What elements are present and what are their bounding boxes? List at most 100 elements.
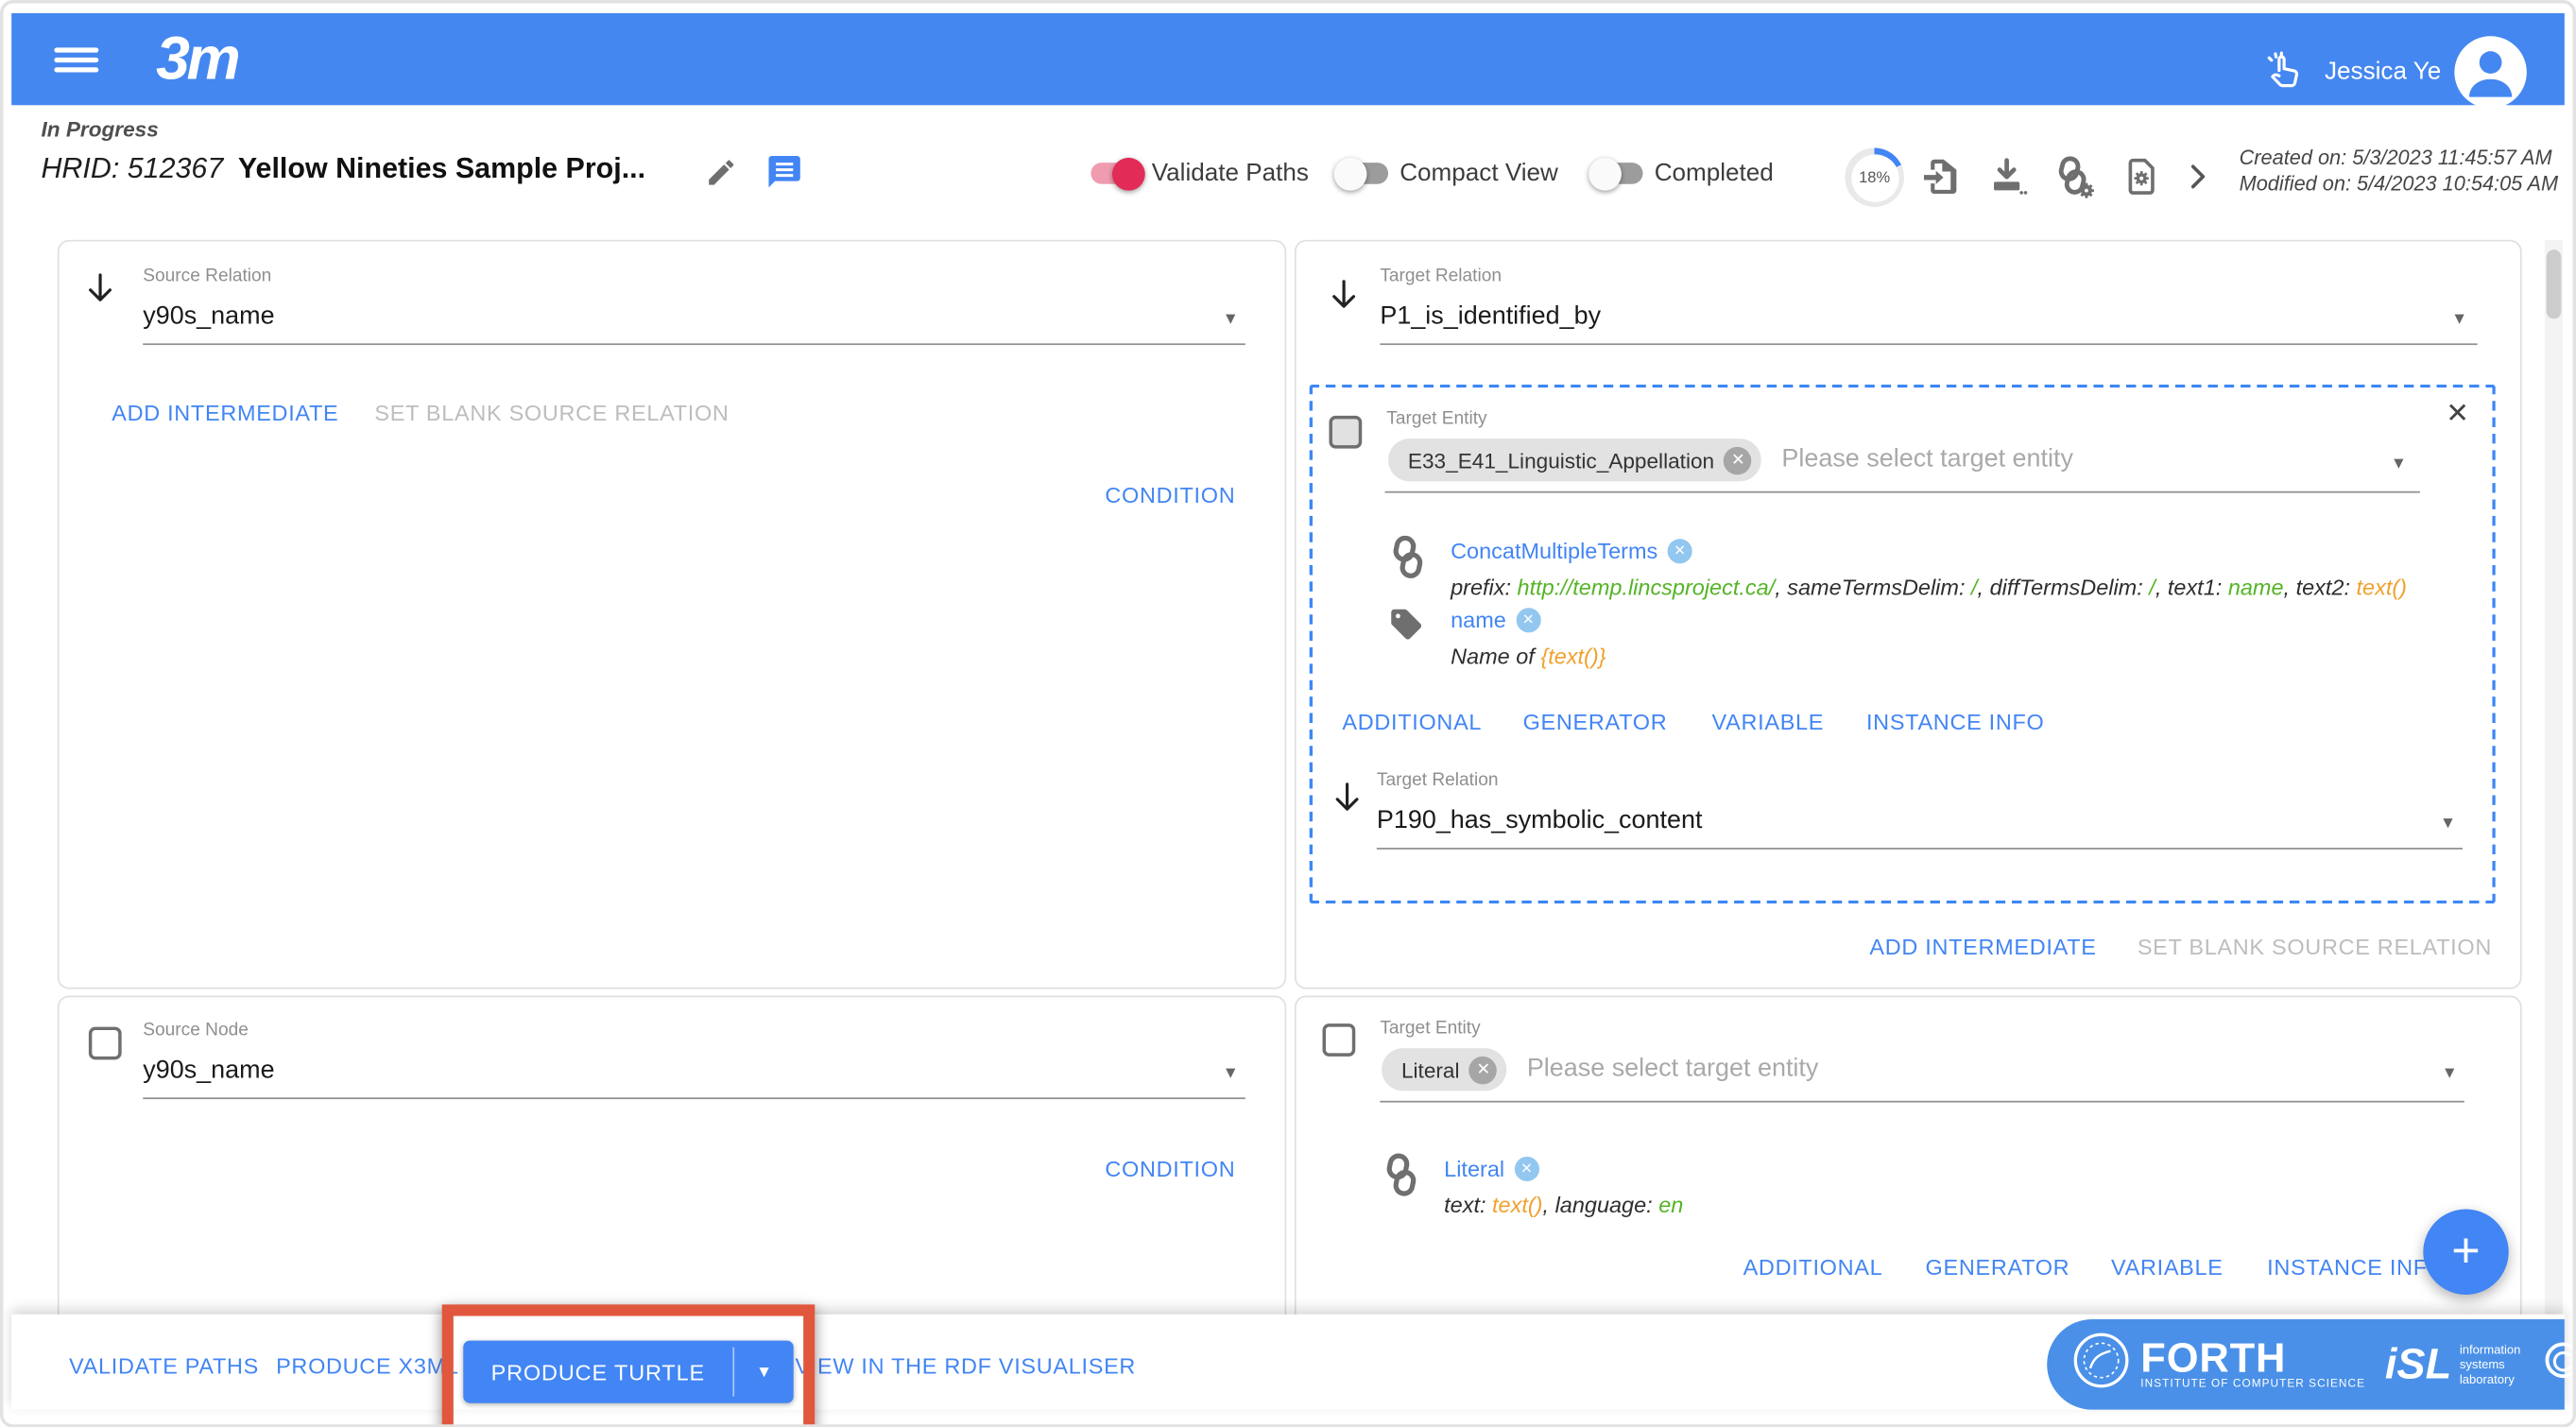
target-entity-checkbox[interactable]: [1323, 1023, 1356, 1057]
variable-link[interactable]: VARIABLE: [1712, 710, 1825, 734]
generator-args: text: text(), language: en: [1444, 1193, 1683, 1217]
mapping-title: HRID: 512367 Yellow Nineties Sample Proj.…: [41, 151, 645, 186]
isl-logo-text: iSL: [2385, 1339, 2451, 1390]
tag-icon: [1388, 607, 1424, 651]
generator-name-row: Literal ✕: [1444, 1157, 1538, 1181]
close-icon[interactable]: ✕: [2446, 398, 2469, 431]
source-node-card: Source Node y90s_name ▼ CONDITION: [58, 996, 1286, 1345]
entity-chip-label: Literal: [1401, 1057, 1460, 1082]
plus-icon: +: [2451, 1224, 2480, 1280]
instance-info-link[interactable]: INSTANCE INFO: [2267, 1255, 2446, 1280]
generator-remove-icon[interactable]: ✕: [1668, 539, 1692, 563]
field-underline: [143, 1097, 1245, 1099]
app-window: 3m Jessica Ye In Progress HRID: 512367 Ye…: [0, 0, 2576, 1427]
dropdown-caret-icon[interactable]: ▼: [2440, 815, 2456, 833]
down-arrow-icon: [1329, 779, 1365, 828]
dropdown-caret-icon[interactable]: ▼: [1223, 1065, 1239, 1083]
generator-name[interactable]: ConcatMultipleTerms: [1451, 539, 1657, 563]
source-relation-value[interactable]: y90s_name: [143, 302, 274, 332]
target-entity-checkbox[interactable]: [1329, 416, 1362, 449]
chip-remove-icon[interactable]: ✕: [1469, 1056, 1498, 1084]
menu-icon[interactable]: [54, 47, 98, 72]
created-on: Created on: 5/3/2023 11:45:57 AM: [2240, 145, 2558, 171]
project-title: Yellow Nineties Sample Proj...: [238, 151, 645, 184]
literal-entity-card: Target Entity Literal ✕ Please select ta…: [1295, 996, 2522, 1345]
produce-x3ml-button[interactable]: PRODUCE X3ML: [276, 1354, 459, 1379]
label-generator-name[interactable]: name: [1451, 608, 1506, 632]
app-bar: 3m Jessica Ye: [11, 13, 2565, 105]
variable-link[interactable]: VARIABLE: [2111, 1255, 2224, 1280]
set-blank-source-relation-link: SET BLANK SOURCE RELATION: [2138, 935, 2492, 959]
completion-progress-value: 18%: [1850, 154, 1898, 201]
completed-label: Completed: [1655, 160, 1774, 188]
forth-sub-text: INSTITUTE OF COMPUTER SCIENCE: [2140, 1378, 2365, 1389]
link-generators-icon[interactable]: [2052, 156, 2096, 209]
generator-link[interactable]: GENERATOR: [1523, 710, 1668, 734]
validate-paths-button[interactable]: VALIDATE PATHS: [69, 1354, 259, 1379]
chevron-right-icon[interactable]: [2180, 160, 2215, 202]
source-node-checkbox[interactable]: [89, 1027, 122, 1060]
target-relation2-value[interactable]: P190_has_symbolic_content: [1377, 807, 1703, 836]
field-underline: [1380, 343, 2477, 345]
add-intermediate-link[interactable]: ADD INTERMEDIATE: [1869, 935, 2096, 959]
add-mapping-fab[interactable]: +: [2423, 1210, 2508, 1295]
instance-info-link[interactable]: INSTANCE INFO: [1866, 710, 2045, 734]
validate-paths-label: Validate Paths: [1152, 160, 1309, 188]
target-entity-label: Target Entity: [1380, 1019, 1480, 1039]
source-node-value[interactable]: y90s_name: [143, 1057, 274, 1086]
dropdown-caret-icon[interactable]: ▼: [2451, 311, 2467, 329]
avatar[interactable]: [2454, 36, 2526, 108]
download-icon[interactable]: [1986, 156, 2027, 205]
generator-name[interactable]: Literal: [1444, 1157, 1504, 1181]
user-name: Jessica Ye: [2325, 58, 2441, 86]
field-underline: [1377, 848, 2463, 850]
down-arrow-icon: [82, 269, 118, 318]
condition-link[interactable]: CONDITION: [1105, 483, 1235, 507]
label-remove-icon[interactable]: ✕: [1516, 608, 1540, 632]
generator-link[interactable]: GENERATOR: [1926, 1255, 2070, 1280]
field-underline: [1385, 491, 2420, 493]
target-relation2-label: Target Relation: [1377, 770, 1499, 790]
dropdown-caret-icon[interactable]: ▼: [2442, 1065, 2458, 1083]
entity-placeholder: Please select target entity: [1781, 445, 2073, 474]
completed-toggle[interactable]: [1593, 163, 1642, 184]
additional-link[interactable]: ADDITIONAL: [1743, 1255, 1883, 1280]
import-mapping-icon[interactable]: [1920, 156, 1961, 205]
link-icon: [1388, 536, 1428, 589]
scrollbar-thumb[interactable]: [2547, 249, 2562, 318]
view-rdf-visualiser-button[interactable]: VIEW IN THE RDF VISUALISER: [795, 1354, 1136, 1379]
entity-chip[interactable]: Literal ✕: [1382, 1048, 1507, 1091]
annotation-highlight-box: PRODUCE TURTLE ▼: [442, 1304, 816, 1427]
chip-remove-icon[interactable]: ✕: [1725, 446, 1753, 474]
entity-placeholder: Please select target entity: [1527, 1055, 1819, 1084]
comments-icon[interactable]: [765, 153, 803, 199]
link-icon: [1382, 1153, 1421, 1206]
entity-chip[interactable]: E33_E41_Linguistic_Appellation ✕: [1388, 438, 1761, 481]
cci-logo-icon: [2537, 1335, 2576, 1393]
3m-logo: 3m: [156, 25, 237, 94]
target-entity-selected-box: ✕ Target Entity E33_E41_Linguistic_Appel…: [1310, 385, 2496, 903]
target-entity-field[interactable]: Literal ✕ Please select target entity: [1382, 1048, 1818, 1091]
scrollbar-track[interactable]: [2545, 240, 2563, 1315]
hrid-label: HRID: 512367: [41, 151, 223, 184]
isl-sub-text: information systems laboratory: [2460, 1342, 2521, 1386]
validate-paths-toggle[interactable]: [1091, 163, 1140, 184]
generator-remove-icon[interactable]: ✕: [1515, 1157, 1539, 1181]
additional-link[interactable]: ADDITIONAL: [1342, 710, 1482, 734]
condition-link[interactable]: CONDITION: [1105, 1157, 1235, 1181]
status-text: In Progress: [41, 116, 158, 141]
target-relation-value[interactable]: P1_is_identified_by: [1380, 302, 1601, 332]
dropdown-caret-icon[interactable]: ▼: [1223, 311, 1239, 329]
produce-turtle-dropdown[interactable]: ▼: [734, 1341, 794, 1403]
set-blank-source-relation-link: SET BLANK SOURCE RELATION: [374, 401, 729, 425]
target-entity-field[interactable]: E33_E41_Linguistic_Appellation ✕ Please …: [1388, 438, 2073, 481]
document-settings-icon[interactable]: [2121, 156, 2161, 205]
compact-view-toggle[interactable]: [1339, 163, 1388, 184]
add-intermediate-link[interactable]: ADD INTERMEDIATE: [112, 401, 338, 425]
modified-on: Modified on: 5/4/2023 10:54:05 AM: [2240, 171, 2558, 198]
produce-turtle-button[interactable]: PRODUCE TURTLE ▼: [463, 1341, 794, 1403]
tour-icon[interactable]: [2262, 51, 2305, 102]
dropdown-caret-icon[interactable]: ▼: [2391, 456, 2407, 473]
edit-title-icon[interactable]: [705, 156, 738, 197]
label-generator-args: Name of {text()}: [1451, 644, 1606, 668]
